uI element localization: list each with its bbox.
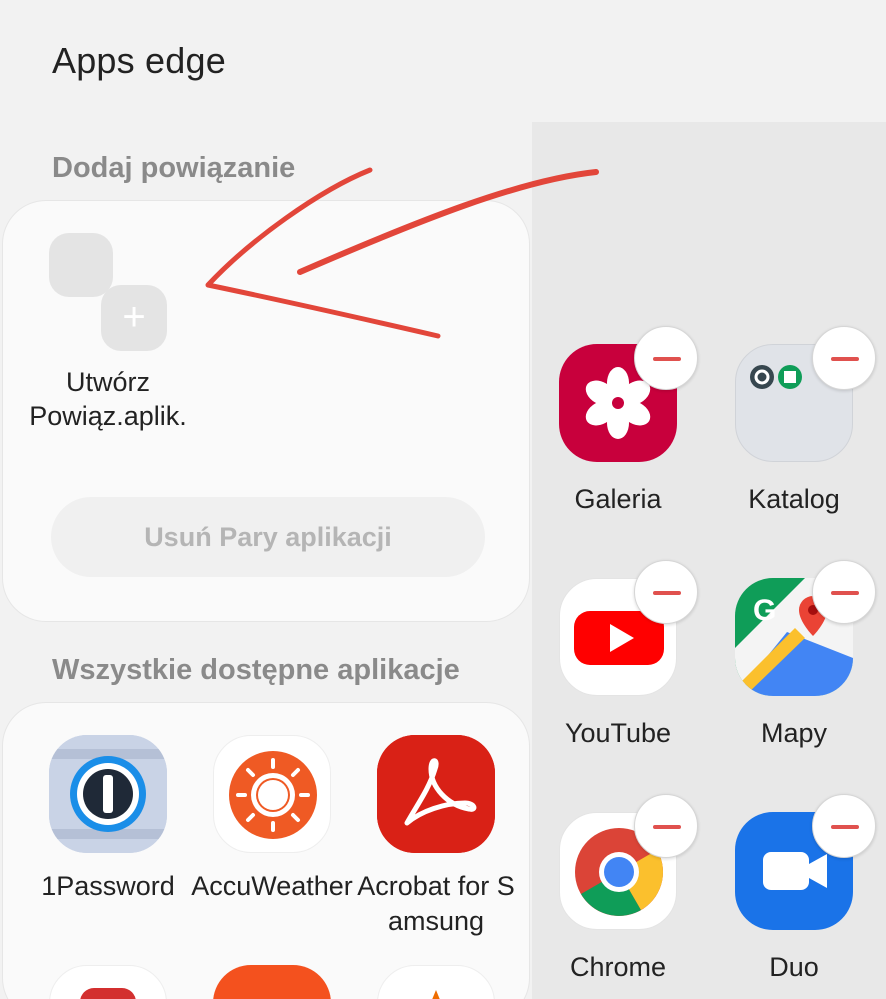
app-tile-partial-3[interactable] bbox=[377, 965, 495, 999]
edge-app-label: Chrome bbox=[569, 952, 667, 982]
remove-mapy-button[interactable] bbox=[812, 560, 876, 624]
create-pair-button[interactable]: + bbox=[49, 233, 169, 353]
app-label: AccuWeather bbox=[191, 871, 353, 901]
pair-card: + Utwórz Powiąz.aplik. Usuń Pary aplikac… bbox=[2, 200, 530, 622]
app-tile-partial-2[interactable] bbox=[213, 965, 331, 999]
remove-galeria-button[interactable] bbox=[634, 326, 698, 390]
remove-pairs-button[interactable]: Usuń Pary aplikacji bbox=[51, 497, 485, 577]
add-icon: + bbox=[101, 285, 167, 351]
page-title: Apps edge bbox=[52, 40, 226, 81]
remove-youtube-button[interactable] bbox=[634, 560, 698, 624]
app-partial-icon bbox=[80, 988, 136, 999]
remove-katalog-button[interactable] bbox=[812, 326, 876, 390]
edge-app-label: Duo bbox=[769, 952, 819, 982]
edge-app-label: Mapy bbox=[760, 718, 828, 748]
all-apps-card: 1Password AccuWeather Acrobat for Samsun… bbox=[2, 702, 530, 999]
app-tile-partial-1[interactable] bbox=[49, 965, 167, 999]
pair-section-title: Dodaj powiązanie bbox=[52, 152, 296, 184]
app-label: Acrobat for Samsung bbox=[357, 871, 515, 936]
app-tile-1password[interactable]: 1Password bbox=[23, 735, 193, 904]
all-apps-section-title: Wszystkie dostępne aplikacje bbox=[52, 654, 460, 686]
edge-app-label: Katalog bbox=[748, 484, 840, 514]
app-tile-acrobat[interactable]: Acrobat for Samsung bbox=[351, 735, 521, 939]
app-tile-accuweather[interactable]: AccuWeather bbox=[187, 735, 357, 904]
onepassword-icon bbox=[49, 735, 167, 853]
edge-panel: Galeria Katalog YouTube G Mapy Chrome Du… bbox=[532, 122, 886, 999]
app-partial-icon bbox=[422, 990, 450, 999]
create-pair-label: Utwórz Powiąz.aplik. bbox=[29, 367, 187, 431]
pair-placeholder-icon bbox=[49, 233, 113, 297]
edge-app-label: YouTube bbox=[564, 718, 672, 748]
remove-chrome-button[interactable] bbox=[634, 794, 698, 858]
svg-text:G: G bbox=[753, 594, 776, 627]
acrobat-icon bbox=[377, 735, 495, 853]
accuweather-icon bbox=[213, 735, 331, 853]
edge-app-label: Galeria bbox=[574, 484, 662, 514]
app-label: 1Password bbox=[41, 871, 175, 901]
remove-duo-button[interactable] bbox=[812, 794, 876, 858]
